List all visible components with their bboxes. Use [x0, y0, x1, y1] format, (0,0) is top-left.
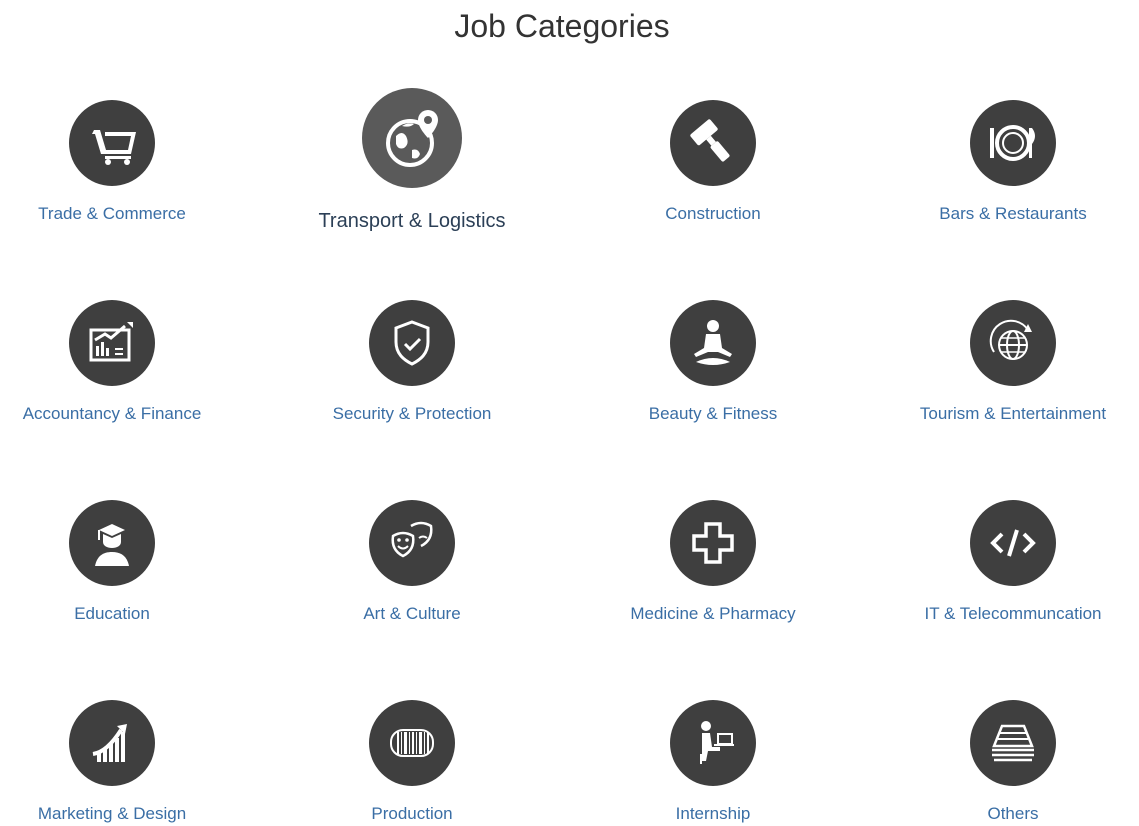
category-label: Security & Protection: [332, 404, 492, 423]
shield-check-icon: [369, 300, 455, 386]
person-laptop-icon: [670, 700, 756, 786]
category-it-telecommunication[interactable]: IT & Telecommuncation: [893, 500, 1133, 624]
job-categories-page: Job Categories Trade & Commerce Transpor…: [0, 0, 1139, 826]
category-marketing-design[interactable]: Marketing & Design: [0, 700, 232, 824]
plate-cutlery-icon: [970, 100, 1056, 186]
category-label: Beauty & Fitness: [648, 404, 778, 423]
growth-chart-icon: [69, 700, 155, 786]
yoga-person-icon: [670, 300, 756, 386]
code-brackets-icon: [970, 500, 1056, 586]
medical-cross-icon: [670, 500, 756, 586]
category-security-protection[interactable]: Security & Protection: [292, 300, 532, 424]
category-label: Accountancy & Finance: [22, 404, 202, 423]
category-label: Medicine & Pharmacy: [630, 604, 796, 623]
category-others[interactable]: Others: [893, 700, 1133, 824]
category-label: Trade & Commerce: [38, 204, 186, 223]
shopping-cart-icon: [69, 100, 155, 186]
category-trade-commerce[interactable]: Trade & Commerce: [0, 100, 232, 224]
theater-masks-icon: [369, 500, 455, 586]
globe-orbit-icon: [970, 300, 1056, 386]
globe-location-icon: [362, 88, 462, 188]
category-medicine-pharmacy[interactable]: Medicine & Pharmacy: [593, 500, 833, 624]
category-construction[interactable]: Construction: [593, 100, 833, 224]
graduate-icon: [69, 500, 155, 586]
category-label: IT & Telecommuncation: [924, 604, 1102, 623]
category-label: Art & Culture: [363, 604, 461, 623]
category-tourism-entertainment[interactable]: Tourism & Entertainment: [893, 300, 1133, 424]
paint-roller-icon: [670, 100, 756, 186]
stack-lines-icon: [970, 700, 1056, 786]
category-beauty-fitness[interactable]: Beauty & Fitness: [593, 300, 833, 424]
category-production[interactable]: Production: [292, 700, 532, 824]
category-art-culture[interactable]: Art & Culture: [292, 500, 532, 624]
category-label: Production: [371, 804, 453, 823]
finance-chart-icon: [69, 300, 155, 386]
category-label: Tourism & Entertainment: [919, 404, 1107, 423]
category-transport-logistics[interactable]: Transport & Logistics: [292, 88, 532, 233]
barcode-icon: [369, 700, 455, 786]
category-label: Construction: [665, 204, 761, 223]
category-label: Marketing & Design: [37, 804, 187, 823]
page-title: Job Categories: [454, 8, 670, 44]
category-bars-restaurants[interactable]: Bars & Restaurants: [893, 100, 1133, 224]
category-label: Others: [987, 804, 1039, 823]
category-education[interactable]: Education: [0, 500, 232, 624]
category-internship[interactable]: Internship: [593, 700, 833, 824]
category-label: Transport & Logistics: [318, 210, 506, 232]
category-label: Internship: [675, 804, 751, 823]
category-label: Bars & Restaurants: [939, 204, 1087, 223]
category-label: Education: [74, 604, 150, 623]
category-accountancy-finance[interactable]: Accountancy & Finance: [0, 300, 232, 424]
